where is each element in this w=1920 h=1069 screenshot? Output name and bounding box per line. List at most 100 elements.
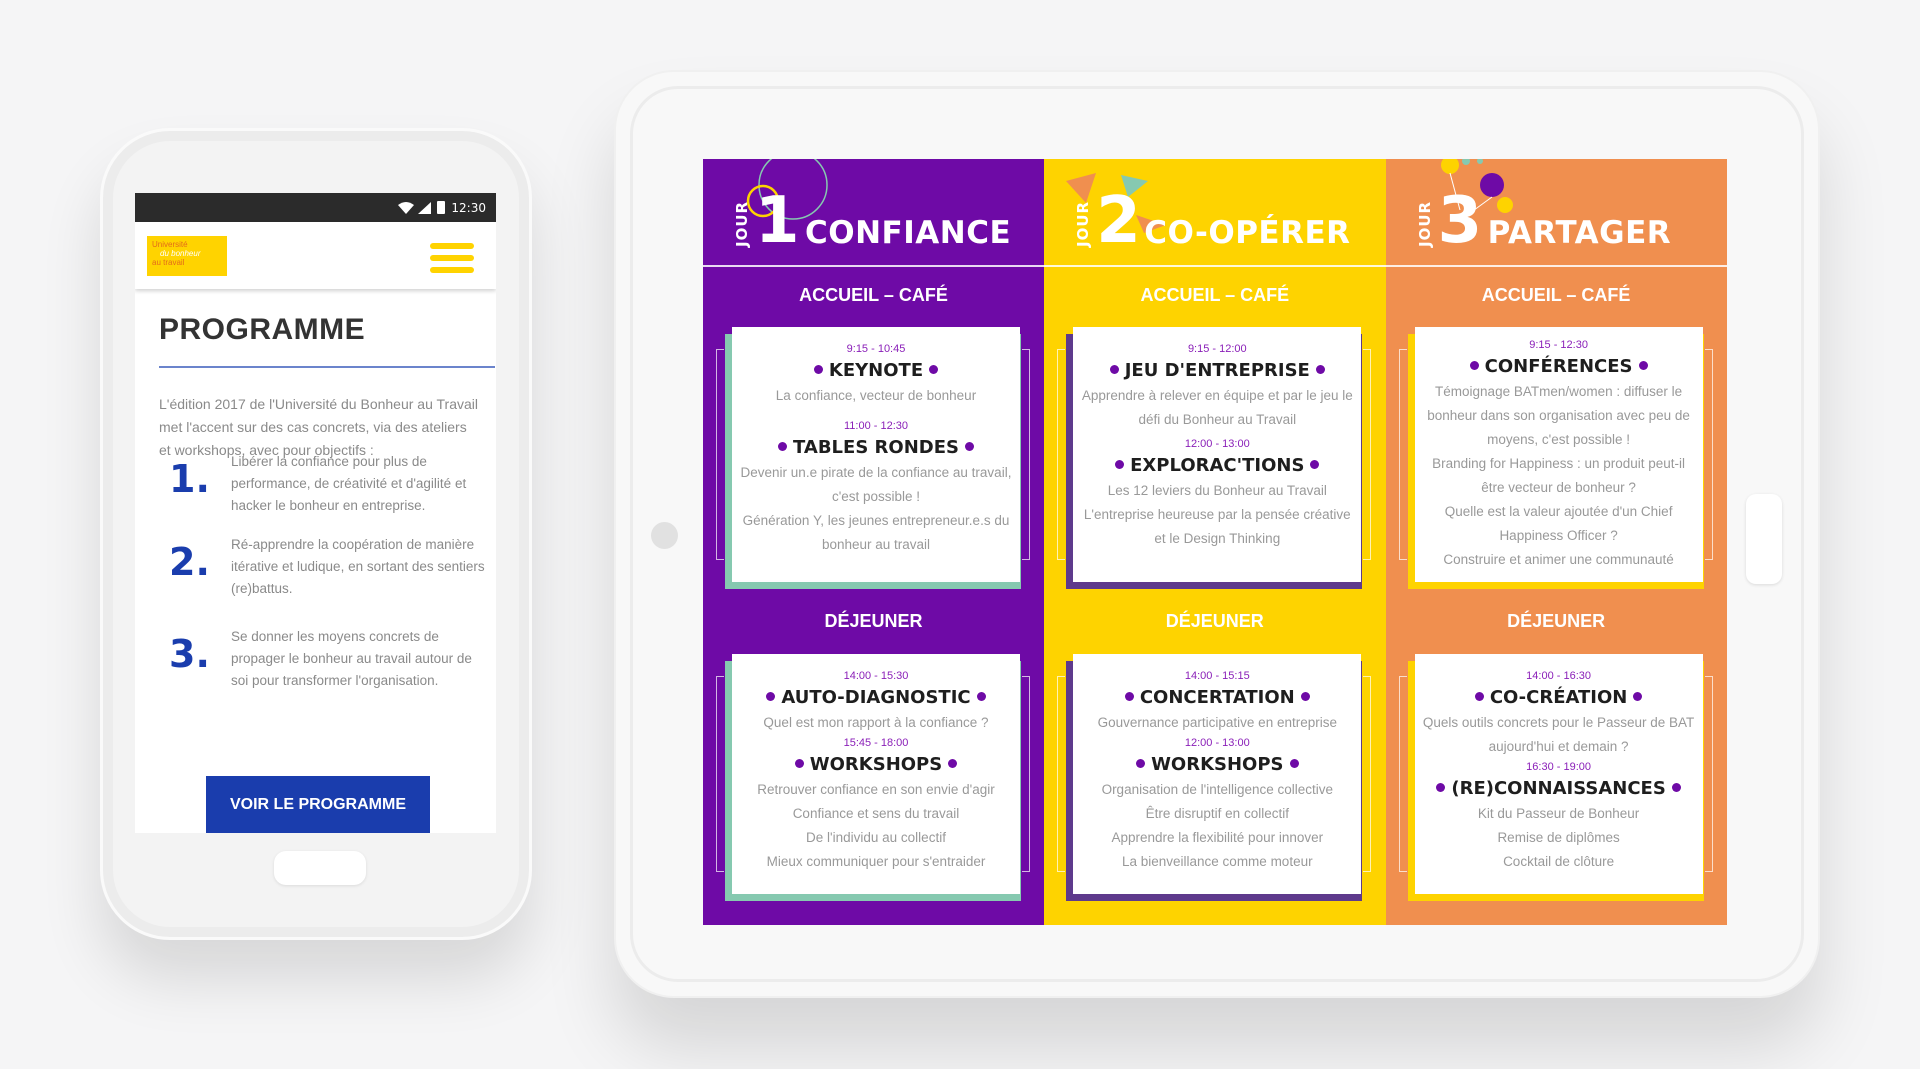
session-desc: Confiance et sens du travail bbox=[792, 806, 960, 821]
session-desc: Construire et animer une communauté bbox=[1443, 552, 1674, 567]
session-title: KEYNOTE bbox=[732, 359, 1020, 383]
jour-label: JOUR bbox=[1415, 200, 1434, 247]
accueil-label: ACCUEIL – CAFÉ bbox=[1481, 285, 1631, 305]
program-grid: JOUR 1 CONFIANCE ACCUEIL – CAFÉ 9:15 - 1… bbox=[703, 159, 1727, 925]
bullet-dot-icon bbox=[1300, 692, 1310, 701]
session-desc: Cocktail de clôture bbox=[1503, 854, 1615, 869]
session-desc: Apprendre à relever en équipe et par le … bbox=[1081, 388, 1353, 427]
status-time: 12:30 bbox=[451, 200, 486, 215]
afternoon-card: 14:00 - 15:15 CONCERTATION Gouvernance p… bbox=[1057, 654, 1372, 901]
session-title: JEU D'ENTREPRISE bbox=[1073, 359, 1361, 383]
phone-device: 12:30 Université du bonheur au travail P… bbox=[100, 128, 532, 940]
session-desc: La confiance, vecteur de bonheur bbox=[775, 388, 977, 403]
bullet-dot-icon bbox=[794, 759, 804, 768]
bullet-dot-icon bbox=[1474, 692, 1484, 701]
day-column-2: JOUR 2 CO-OPÉRER ACCUEIL – CAFÉ 9:15 - 1… bbox=[1044, 159, 1386, 925]
session-desc: L'entreprise heureuse par la pensée créa… bbox=[1083, 507, 1351, 546]
tablet-home-button[interactable] bbox=[1746, 494, 1782, 584]
session-time: 14:00 - 15:15 bbox=[1184, 670, 1250, 682]
session-desc: La bienveillance comme moteur bbox=[1121, 854, 1313, 869]
day-header: JOUR 3 PARTAGER bbox=[1385, 159, 1727, 267]
session-desc: Les 12 leviers du Bonheur au Travail bbox=[1107, 483, 1327, 498]
bullet-dot-icon bbox=[1436, 783, 1446, 792]
bullet-dot-icon bbox=[778, 442, 788, 451]
day-column-3: JOUR 3 PARTAGER ACCUEIL – CAFÉ 9:15 - 12… bbox=[1385, 159, 1727, 925]
day-theme: CO-OPÉRER bbox=[1144, 215, 1351, 251]
day-number: 3 bbox=[1437, 184, 1483, 258]
bullet-dot-icon bbox=[766, 692, 776, 701]
bullet-dot-icon bbox=[964, 442, 974, 451]
day-theme: PARTAGER bbox=[1487, 215, 1672, 251]
wifi-icon bbox=[398, 201, 415, 214]
session-title: CONFÉRENCES bbox=[1415, 355, 1703, 379]
day-column-1: JOUR 1 CONFIANCE ACCUEIL – CAFÉ 9:15 - 1… bbox=[703, 159, 1045, 925]
afternoon-card: 14:00 - 15:30 AUTO-DIAGNOSTIC Quel est m… bbox=[716, 654, 1030, 901]
bullet-dot-icon bbox=[1469, 361, 1479, 370]
session-title: AUTO-DIAGNOSTIC bbox=[732, 686, 1020, 710]
logo-line: du bonheur bbox=[160, 249, 201, 258]
battery-icon bbox=[437, 201, 446, 214]
session-desc: Branding for Happiness : un produit peut… bbox=[1432, 456, 1686, 495]
page-title: PROGRAMME bbox=[159, 313, 366, 346]
session-desc: Retrouver confiance en son envie d'agir bbox=[757, 782, 995, 797]
morning-card: 9:15 - 12:30 CONFÉRENCES Témoignage BATm… bbox=[1398, 327, 1713, 589]
session-time: 11:00 - 12:30 bbox=[843, 420, 908, 432]
objective-item: 2. Ré-apprendre la coopération de manièr… bbox=[169, 534, 485, 604]
bullet-dot-icon bbox=[1136, 759, 1146, 768]
bullet-dot-icon bbox=[1315, 365, 1325, 374]
session-time: 16:30 - 19:00 bbox=[1526, 761, 1592, 773]
bullet-dot-icon bbox=[1310, 460, 1320, 469]
session-desc: Mieux communiquer pour s'entraider bbox=[766, 854, 986, 869]
objective-text: Libérer la confiance pour plus de perfor… bbox=[231, 454, 467, 513]
status-bar: 12:30 bbox=[135, 193, 496, 222]
jour-label: JOUR bbox=[733, 200, 751, 247]
title-divider bbox=[159, 366, 495, 368]
day-header: JOUR 2 CO-OPÉRER bbox=[1044, 159, 1386, 267]
session-title: WORKSHOPS bbox=[1073, 753, 1361, 777]
site-logo[interactable]: Université du bonheur au travail bbox=[147, 236, 227, 276]
session-title: CO-CRÉATION bbox=[1415, 686, 1703, 710]
accueil-label: ACCUEIL – CAFÉ bbox=[1140, 285, 1290, 305]
bullet-dot-icon bbox=[929, 365, 939, 374]
bullet-dot-icon bbox=[1289, 759, 1299, 768]
bullet-dot-icon bbox=[976, 692, 986, 701]
session-time: 9:15 - 10:45 bbox=[846, 343, 906, 355]
phone-home-button[interactable] bbox=[274, 851, 366, 885]
bullet-dot-icon bbox=[813, 365, 823, 374]
session-title: TABLES RONDES bbox=[732, 436, 1020, 460]
phone-screen: 12:30 Université du bonheur au travail P… bbox=[135, 193, 496, 833]
bullet-dot-icon bbox=[1671, 783, 1681, 792]
session-title: CONCERTATION bbox=[1073, 686, 1361, 710]
morning-card: 9:15 - 10:45 KEYNOTE La confiance, vecte… bbox=[716, 327, 1030, 589]
session-desc: Apprendre la flexibilité pour innover bbox=[1111, 830, 1324, 845]
session-time: 15:45 - 18:00 bbox=[843, 737, 909, 749]
session-time: 14:00 - 15:30 bbox=[843, 670, 909, 682]
bullet-dot-icon bbox=[1124, 692, 1134, 701]
day-theme: CONFIANCE bbox=[805, 215, 1012, 251]
session-title: EXPLORAC'TIONS bbox=[1073, 454, 1361, 478]
session-title: (RE)CONNAISSANCES bbox=[1415, 777, 1703, 801]
session-time: 9:15 - 12:00 bbox=[1187, 343, 1247, 355]
objective-number: 3. bbox=[169, 632, 210, 676]
dejeuner-label: DÉJEUNER bbox=[1165, 611, 1264, 631]
session-time: 12:00 - 13:00 bbox=[1184, 438, 1250, 450]
objective-item: 3. Se donner les moyens concrets de prop… bbox=[169, 626, 472, 696]
session-desc: Quelle est la valeur ajoutée d'un Chief … bbox=[1444, 504, 1673, 543]
session-time: 9:15 - 12:30 bbox=[1529, 339, 1588, 351]
dejeuner-label: DÉJEUNER bbox=[824, 611, 923, 631]
session-time: 12:00 - 13:00 bbox=[1184, 737, 1250, 749]
session-desc: Génération Y, les jeunes entrepreneur.e.… bbox=[742, 513, 1010, 552]
session-desc: Kit du Passeur de Bonheur bbox=[1477, 806, 1640, 821]
session-desc: De l'individu au collectif bbox=[806, 830, 946, 845]
voir-programme-button[interactable]: VOIR LE PROGRAMME bbox=[206, 776, 430, 833]
session-desc: Quels outils concrets pour le Passeur de… bbox=[1422, 715, 1695, 754]
session-desc: Organisation de l'intelligence collectiv… bbox=[1101, 782, 1334, 797]
bullet-dot-icon bbox=[1633, 692, 1643, 701]
bullet-dot-icon bbox=[1109, 365, 1119, 374]
bullet-dot-icon bbox=[948, 759, 958, 768]
signal-icon bbox=[418, 201, 432, 214]
session-title: WORKSHOPS bbox=[732, 753, 1020, 777]
session-desc: Témoignage BATmen/women : diffuser le bo… bbox=[1427, 384, 1690, 447]
bullet-dot-icon bbox=[1115, 460, 1125, 469]
hamburger-menu-icon[interactable] bbox=[430, 243, 474, 273]
